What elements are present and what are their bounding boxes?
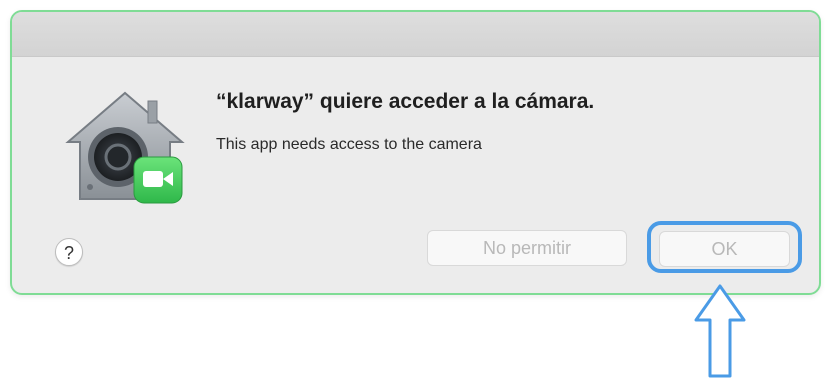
dialog-message: This app needs access to the camera [216,136,482,153]
ok-button[interactable]: OK [659,231,790,267]
arrow-up-icon [694,284,746,378]
ok-button-highlight: OK [647,221,802,273]
dialog-title: “klarway” quiere acceder a la cámara. [216,90,595,113]
dialog-titlebar [12,12,819,57]
screenshot-stage: “klarway” quiere acceder a la cámara. Th… [0,0,825,378]
deny-button[interactable]: No permitir [427,230,627,266]
camera-permission-dialog: “klarway” quiere acceder a la cámara. Th… [10,10,821,295]
camera-privacy-icon [65,91,185,204]
help-button[interactable]: ? [55,238,83,266]
